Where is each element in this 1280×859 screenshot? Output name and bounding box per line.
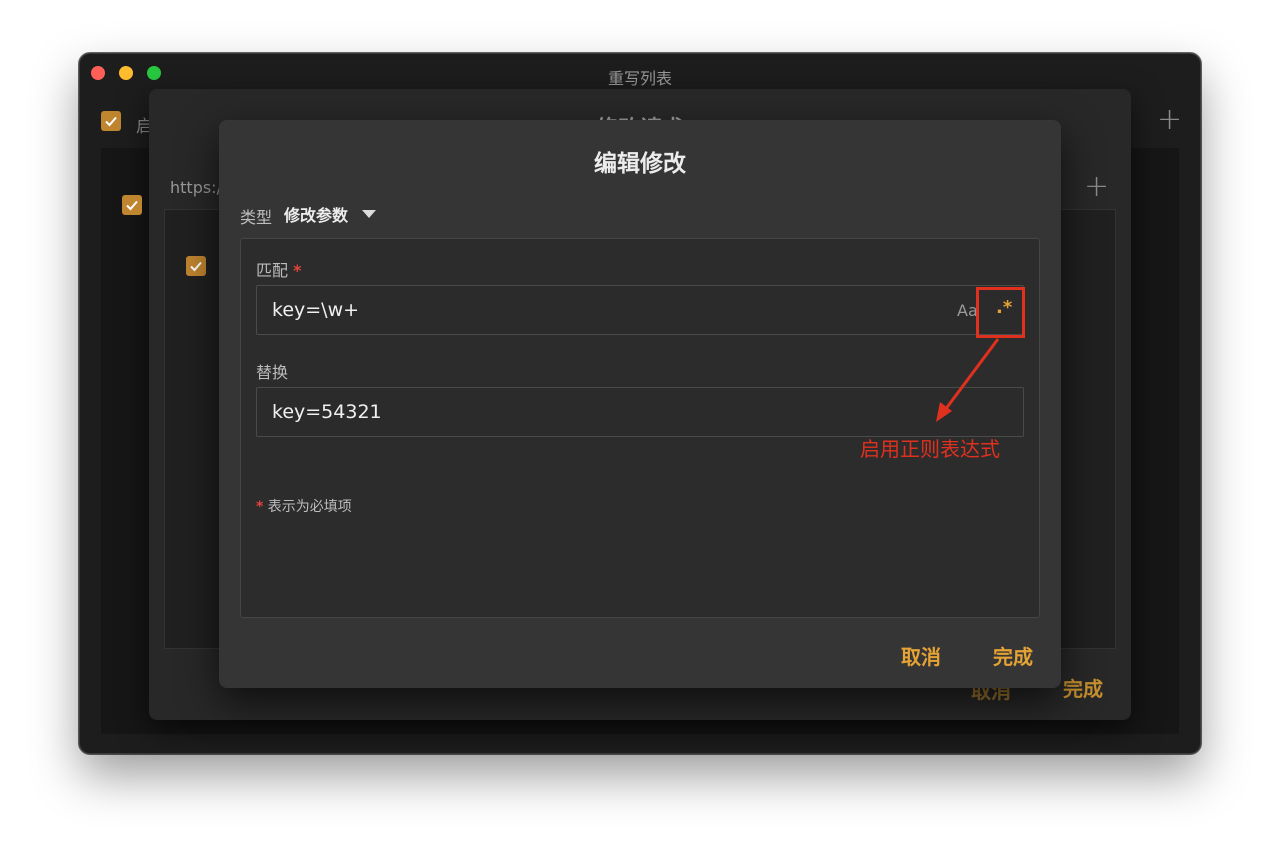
dialog-title: 编辑修改 xyxy=(594,151,686,177)
enable-rewrite-checkbox[interactable] xyxy=(101,111,121,131)
checkmark-icon xyxy=(105,116,117,127)
match-label: 匹配 xyxy=(256,261,289,280)
required-note: * 表示为必填项 xyxy=(256,496,352,516)
sheet-done-button[interactable]: 完成 xyxy=(1063,673,1103,702)
required-note-text: 表示为必填项 xyxy=(267,499,352,515)
type-dropdown[interactable]: 修改参数 xyxy=(284,201,377,227)
checkmark-icon xyxy=(126,200,138,211)
url-text: https:/ xyxy=(170,178,222,197)
type-label: 类型 xyxy=(240,208,273,227)
modification-checkbox[interactable] xyxy=(186,256,206,276)
replace-label: 替换 xyxy=(256,363,289,382)
window-title: 重写列表 xyxy=(607,69,672,88)
annotation-highlight-box xyxy=(976,287,1025,338)
add-rule-icon[interactable]: + xyxy=(1157,105,1182,135)
checkmark-icon xyxy=(190,261,202,272)
edit-modification-dialog: 编辑修改 类型 修改参数 匹配 * key=\w+ Aa .* 替换 key=5… xyxy=(219,120,1061,688)
replace-input-value: key=54321 xyxy=(272,401,382,423)
type-dropdown-value: 修改参数 xyxy=(284,206,349,225)
cancel-button[interactable]: 取消 xyxy=(901,641,941,670)
required-note-mark: * xyxy=(256,499,264,515)
match-input-value: key=\w+ xyxy=(272,299,360,321)
done-button[interactable]: 完成 xyxy=(993,641,1033,670)
replace-input[interactable]: key=54321 xyxy=(256,387,1024,437)
dropdown-arrow-icon xyxy=(362,210,377,218)
case-sensitive-toggle[interactable]: Aa xyxy=(957,301,978,320)
annotation-text: 启用正则表达式 xyxy=(860,437,1000,461)
form-panel: 匹配 * key=\w+ Aa .* 替换 key=54321 * 表示为必填项 xyxy=(240,238,1040,618)
match-label-row: 匹配 * xyxy=(256,257,301,281)
add-modification-icon[interactable]: + xyxy=(1084,172,1109,202)
url-checkbox[interactable] xyxy=(122,195,142,215)
required-mark: * xyxy=(293,261,302,280)
match-input[interactable]: key=\w+ Aa .* xyxy=(256,285,1024,335)
